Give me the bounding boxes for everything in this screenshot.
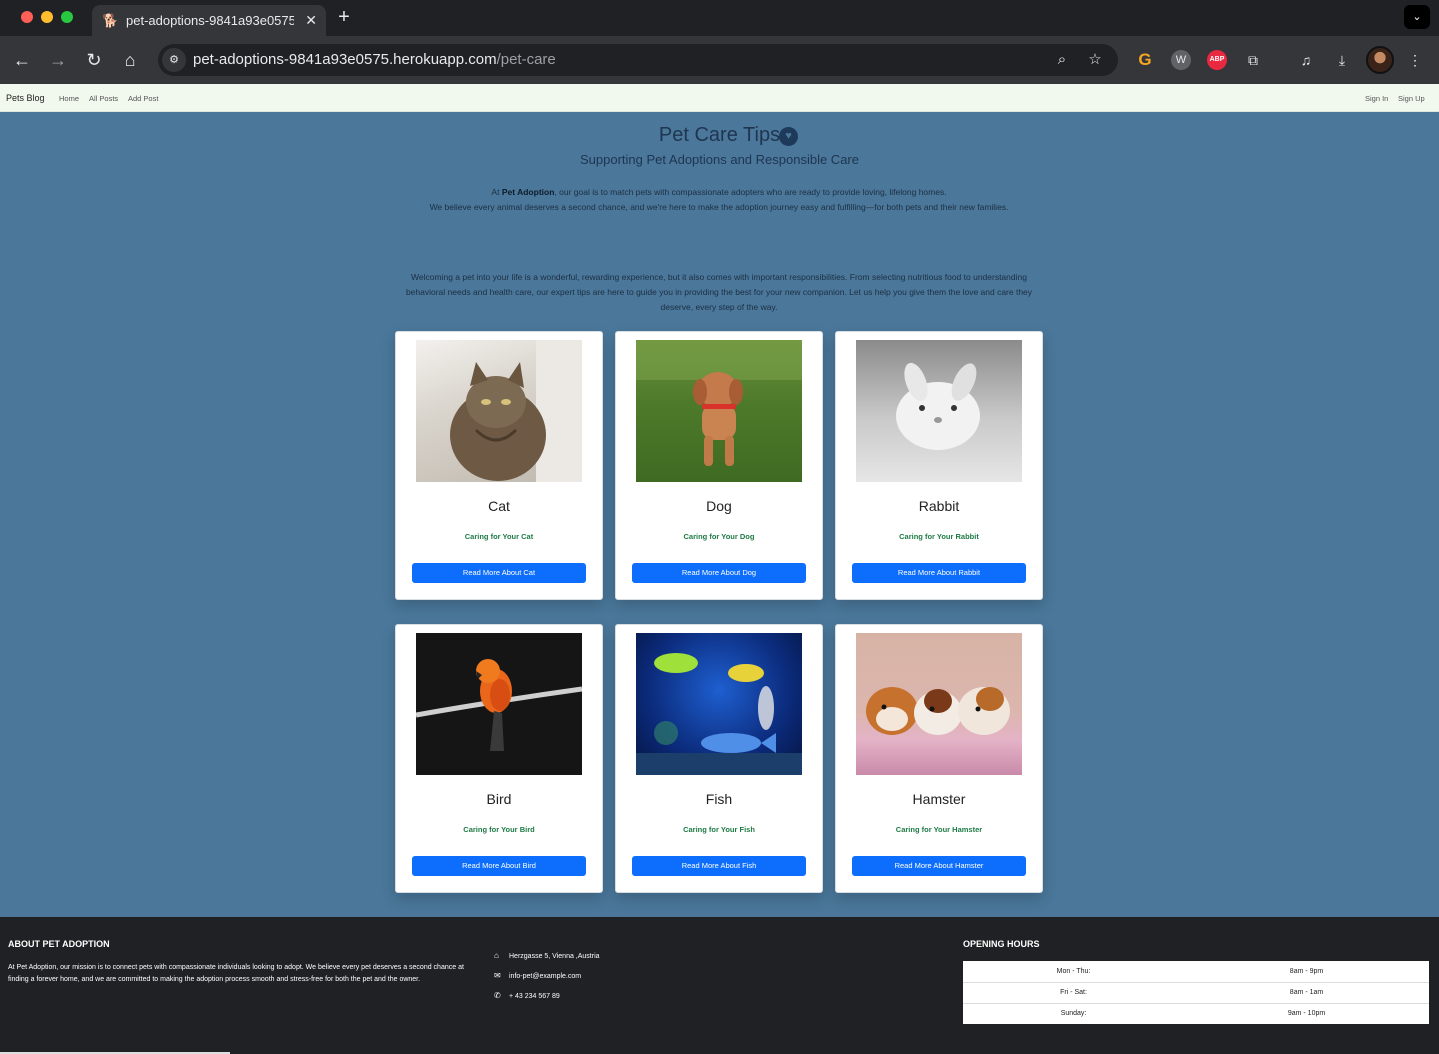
card-subtitle: Caring for Your Cat [464,532,534,541]
card-subtitle: Caring for Your Dog [683,532,755,541]
profile-avatar[interactable] [1366,46,1394,74]
forward-arrow-icon[interactable]: → [46,48,70,72]
hours-day: Mon - Thu: [963,961,1185,983]
reload-icon[interactable]: ↻ [82,48,106,72]
more-menu-icon[interactable]: ⋮ [1403,48,1427,72]
intro-paragraph: At Pet Adoption, our goal is to match pe… [429,187,1009,212]
zoom-search-icon[interactable]: ⌕ [1050,48,1074,72]
adblock-icon[interactable]: ABP [1207,50,1227,70]
dog-favicon-icon: 🐕 [102,12,119,28]
about-heading: ABOUT PET ADOPTION [8,939,110,949]
home-icon: ⌂ [494,951,499,960]
card-title: Hamster [912,791,966,807]
card-title: Dog [706,498,732,514]
read-more-bird-button[interactable]: Read More About Bird [412,856,586,876]
card-title: Fish [705,791,733,807]
url-text[interactable]: pet-adoptions-9841a93e0575.herokuapp.com… [193,51,556,68]
address-line: ⌂ Herzgasse 5, Vienna ,Austria [494,951,600,960]
extension-g-icon[interactable]: G [1133,48,1157,72]
hours-time: 9am - 10pm [1287,1010,1326,1018]
site-footer: ABOUT PET ADOPTION At Pet Adoption, our … [0,917,1439,1054]
phone-line[interactable]: ✆ + 43 234 567 89 [494,991,560,1000]
pet-card-cat: Cat Caring for Your Cat Read More About … [395,331,603,600]
card-title: Rabbit [918,498,960,514]
media-controls-icon[interactable]: ♫ [1294,48,1318,72]
table-row: Fri - Sat: 8am - 1am [963,982,1429,1004]
welcome-paragraph: Welcoming a pet into your life is a wond… [405,272,1033,312]
pet-card-rabbit: Rabbit Caring for Your Rabbit Read More … [835,331,1043,600]
back-arrow-icon[interactable]: ← [10,48,34,72]
browser-tab[interactable]: 🐕 pet-adoptions-9841a93e0575 ✕ [92,5,326,36]
table-row: Sunday: 9am - 10pm [963,1003,1429,1024]
extensions-puzzle-icon[interactable]: ⧉ [1241,48,1265,72]
page-subtitle: Supporting Pet Adoptions and Responsible… [580,152,859,167]
home-icon[interactable]: ⌂ [118,48,142,72]
browser-tab-bar: 🐕 pet-adoptions-9841a93e0575 ✕ + ⌄ [0,0,1439,36]
new-tab-button[interactable]: + [334,6,354,28]
card-subtitle: Caring for Your Hamster [895,825,983,834]
pet-card-hamster: Hamster Caring for Your Hamster Read Mor… [835,624,1043,893]
read-more-rabbit-button[interactable]: Read More About Rabbit [852,563,1026,583]
hamster-photo [856,633,1022,775]
read-more-cat-button[interactable]: Read More About Cat [412,563,586,583]
heart-icon: ♥ [779,127,798,146]
read-more-hamster-button[interactable]: Read More About Hamster [852,856,1026,876]
opening-hours-table: Mon - Thu: 8am - 9pm Fri - Sat: 8am - 1a… [963,961,1429,1024]
card-subtitle: Caring for Your Bird [463,825,535,834]
pet-card-bird: Bird Caring for Your Bird Read More Abou… [395,624,603,893]
table-row: Mon - Thu: 8am - 9pm [963,961,1429,983]
card-subtitle: Caring for Your Rabbit [899,532,979,541]
nav-add-post-link[interactable]: Add Post [128,94,158,103]
card-subtitle: Caring for Your Fish [683,825,755,834]
sign-in-link[interactable]: Sign In [1365,94,1388,103]
cat-photo [416,340,582,482]
close-tab-icon[interactable]: ✕ [305,12,317,28]
download-icon[interactable]: ⤓ [1330,48,1354,72]
dog-photo [636,340,802,482]
phone-icon: ✆ [494,991,501,1000]
site-navbar: Pets Blog Home All Posts Add Post Sign I… [0,84,1439,112]
card-title: Bird [486,791,512,807]
page-title: Pet Care Tips [658,124,781,146]
read-more-dog-button[interactable]: Read More About Dog [632,563,806,583]
rabbit-photo [856,340,1022,482]
card-title: Cat [488,498,510,514]
sign-up-link[interactable]: Sign Up [1398,94,1425,103]
about-text: At Pet Adoption, our mission is to conne… [8,964,464,983]
hours-day: Sunday: [1060,1010,1087,1018]
opening-hours-heading: OPENING HOURS [963,939,1040,949]
minimize-window-button[interactable] [41,11,53,23]
bookmark-star-icon[interactable]: ☆ [1083,48,1107,72]
close-window-button[interactable] [21,11,33,23]
page-content: Pets Blog Home All Posts Add Post Sign I… [0,84,1439,1054]
fish-photo [636,633,802,775]
nav-home-link[interactable]: Home [59,94,79,103]
envelope-icon: ✉ [494,971,501,980]
tab-title: pet-adoptions-9841a93e0575 [126,13,294,28]
hours-day: Fri - Sat: [963,982,1185,1004]
email-line[interactable]: ✉ info-pet@example.com [494,971,581,980]
extension-w-icon[interactable]: W [1171,50,1191,70]
browser-toolbar: ← → ↻ ⌂ ⚙ pet-adoptions-9841a93e0575.her… [0,36,1439,84]
pet-card-fish: Fish Caring for Your Fish Read More Abou… [615,624,823,893]
site-info-icon[interactable]: ⚙ [162,48,186,72]
brand-link[interactable]: Pets Blog [6,93,45,103]
nav-all-posts-link[interactable]: All Posts [89,94,118,103]
hours-time: 8am - 1am [1184,982,1429,1004]
pet-card-dog: Dog Caring for Your Dog Read More About … [615,331,823,600]
bird-photo [416,633,582,775]
address-bar[interactable]: ⚙ pet-adoptions-9841a93e0575.herokuapp.c… [158,44,1118,76]
hours-time: 8am - 9pm [1184,961,1429,983]
tab-search-chevron-icon[interactable]: ⌄ [1404,5,1430,29]
read-more-fish-button[interactable]: Read More About Fish [632,856,806,876]
maximize-window-button[interactable] [61,11,73,23]
